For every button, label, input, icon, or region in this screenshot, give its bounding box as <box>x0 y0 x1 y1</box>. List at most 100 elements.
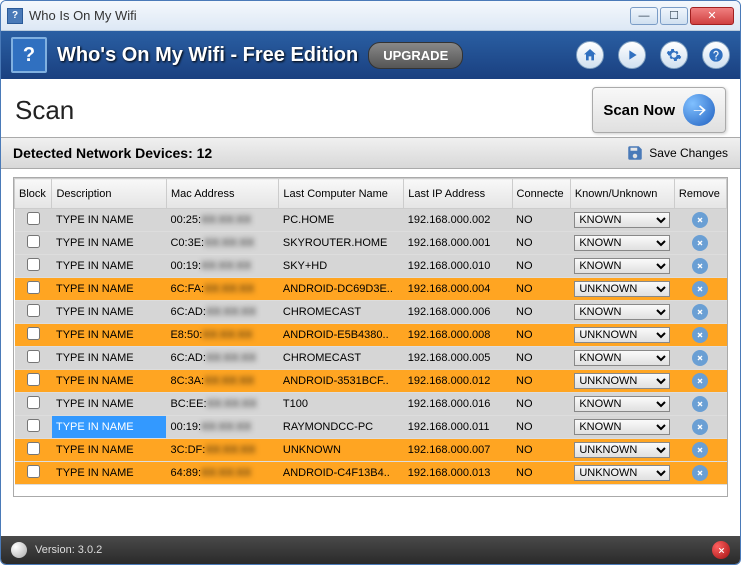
col-mac[interactable]: Mac Address <box>166 179 278 209</box>
scan-now-label: Scan Now <box>603 102 675 119</box>
computer-name-cell: RAYMONDCC-PC <box>279 416 404 439</box>
remove-button[interactable] <box>692 304 708 320</box>
home-button[interactable] <box>576 41 604 69</box>
block-checkbox[interactable] <box>27 396 40 409</box>
settings-button[interactable] <box>660 41 688 69</box>
table-row[interactable]: TYPE IN NAME00:19:XX:XX:XXRAYMONDCC-PC19… <box>15 416 727 439</box>
connected-cell: NO <box>512 232 570 255</box>
table-row[interactable]: TYPE IN NAME6C:AD:XX:XX:XXCHROMECAST192.… <box>15 301 727 324</box>
description-cell[interactable]: TYPE IN NAME <box>52 393 167 416</box>
computer-name-cell: SKY+HD <box>279 255 404 278</box>
block-checkbox[interactable] <box>27 281 40 294</box>
remove-button[interactable] <box>692 235 708 251</box>
known-select[interactable]: KNOWNUNKNOWN <box>574 258 670 274</box>
remove-button[interactable] <box>692 373 708 389</box>
col-remove[interactable]: Remove <box>674 179 726 209</box>
computer-name-cell: CHROMECAST <box>279 347 404 370</box>
description-cell[interactable]: TYPE IN NAME <box>52 301 167 324</box>
block-checkbox[interactable] <box>27 442 40 455</box>
remove-button[interactable] <box>692 350 708 366</box>
block-checkbox[interactable] <box>27 327 40 340</box>
scan-bar: Scan Scan Now <box>1 79 740 137</box>
col-block[interactable]: Block <box>15 179 52 209</box>
remove-button[interactable] <box>692 212 708 228</box>
known-select[interactable]: KNOWNUNKNOWN <box>574 327 670 343</box>
remove-button[interactable] <box>692 465 708 481</box>
titlebar[interactable]: ? Who Is On My Wifi — ☐ ✕ <box>1 1 740 31</box>
save-changes-button[interactable]: Save Changes <box>626 144 728 162</box>
mac-cell: 00:19:XX:XX:XX <box>166 255 278 278</box>
ip-cell: 192.168.000.006 <box>404 301 512 324</box>
remove-button[interactable] <box>692 258 708 274</box>
known-select[interactable]: KNOWNUNKNOWN <box>574 235 670 251</box>
table-row[interactable]: TYPE IN NAMEE8:50:XX:XX:XXANDROID-E5B438… <box>15 324 727 347</box>
known-select[interactable]: KNOWNUNKNOWN <box>574 304 670 320</box>
table-row[interactable]: TYPE IN NAME6C:AD:XX:XX:XXCHROMECAST192.… <box>15 347 727 370</box>
description-cell[interactable]: TYPE IN NAME <box>52 232 167 255</box>
connected-cell: NO <box>512 462 570 485</box>
description-cell[interactable]: TYPE IN NAME <box>52 416 167 439</box>
block-checkbox[interactable] <box>27 258 40 271</box>
computer-name-cell: PC.HOME <box>279 209 404 232</box>
block-checkbox[interactable] <box>27 373 40 386</box>
ip-cell: 192.168.000.016 <box>404 393 512 416</box>
col-description[interactable]: Description <box>52 179 167 209</box>
maximize-button[interactable]: ☐ <box>660 7 688 25</box>
description-cell[interactable]: TYPE IN NAME <box>52 347 167 370</box>
arrow-right-icon <box>683 94 715 126</box>
table-row[interactable]: TYPE IN NAME8C:3A:XX:XX:XXANDROID-3531BC… <box>15 370 727 393</box>
remove-button[interactable] <box>692 327 708 343</box>
description-cell[interactable]: TYPE IN NAME <box>52 278 167 301</box>
remove-button[interactable] <box>692 419 708 435</box>
known-select[interactable]: KNOWNUNKNOWN <box>574 350 670 366</box>
remove-button[interactable] <box>692 396 708 412</box>
table-row[interactable]: TYPE IN NAME00:19:XX:XX:XXSKY+HD192.168.… <box>15 255 727 278</box>
app-header: ? Who's On My Wifi - Free Edition UPGRAD… <box>1 31 740 79</box>
close-button[interactable]: ✕ <box>690 7 734 25</box>
minimize-button[interactable]: — <box>630 7 658 25</box>
description-cell[interactable]: TYPE IN NAME <box>52 462 167 485</box>
connected-cell: NO <box>512 393 570 416</box>
ip-cell: 192.168.000.007 <box>404 439 512 462</box>
block-checkbox[interactable] <box>27 465 40 478</box>
footer-close-button[interactable] <box>712 541 730 559</box>
block-checkbox[interactable] <box>27 212 40 225</box>
col-connected[interactable]: Connecte <box>512 179 570 209</box>
remove-button[interactable] <box>692 281 708 297</box>
description-cell[interactable]: TYPE IN NAME <box>52 439 167 462</box>
computer-name-cell: ANDROID-DC69D3E.. <box>279 278 404 301</box>
table-row[interactable]: TYPE IN NAME64:89:XX:XX:XXANDROID-C4F13B… <box>15 462 727 485</box>
ip-cell: 192.168.000.005 <box>404 347 512 370</box>
block-checkbox[interactable] <box>27 419 40 432</box>
block-checkbox[interactable] <box>27 304 40 317</box>
col-ip[interactable]: Last IP Address <box>404 179 512 209</box>
description-cell[interactable]: TYPE IN NAME <box>52 209 167 232</box>
block-checkbox[interactable] <box>27 350 40 363</box>
known-select[interactable]: KNOWNUNKNOWN <box>574 212 670 228</box>
table-row[interactable]: TYPE IN NAMEC0:3E:XX:XX:XXSKYROUTER.HOME… <box>15 232 727 255</box>
description-cell[interactable]: TYPE IN NAME <box>52 370 167 393</box>
help-button[interactable] <box>702 41 730 69</box>
known-select[interactable]: KNOWNUNKNOWN <box>574 465 670 481</box>
col-name[interactable]: Last Computer Name <box>279 179 404 209</box>
block-checkbox[interactable] <box>27 235 40 248</box>
mac-cell: 64:89:XX:XX:XX <box>166 462 278 485</box>
description-cell[interactable]: TYPE IN NAME <box>52 255 167 278</box>
table-row[interactable]: TYPE IN NAME00:25:XX:XX:XXPC.HOME192.168… <box>15 209 727 232</box>
table-row[interactable]: TYPE IN NAME6C:FA:XX:XX:XXANDROID-DC69D3… <box>15 278 727 301</box>
col-known[interactable]: Known/Unknown <box>570 179 674 209</box>
known-select[interactable]: KNOWNUNKNOWN <box>574 442 670 458</box>
table-row[interactable]: TYPE IN NAME3C:DF:XX:XX:XXUNKNOWN192.168… <box>15 439 727 462</box>
scan-now-button[interactable]: Scan Now <box>592 87 726 133</box>
upgrade-button[interactable]: UPGRADE <box>368 42 463 69</box>
play-button[interactable] <box>618 41 646 69</box>
known-select[interactable]: KNOWNUNKNOWN <box>574 419 670 435</box>
mac-cell: 6C:AD:XX:XX:XX <box>166 301 278 324</box>
table-scroll[interactable]: Block Description Mac Address Last Compu… <box>13 177 728 497</box>
description-cell[interactable]: TYPE IN NAME <box>52 324 167 347</box>
remove-button[interactable] <box>692 442 708 458</box>
table-row[interactable]: TYPE IN NAMEBC:EE:XX:XX:XXT100192.168.00… <box>15 393 727 416</box>
known-select[interactable]: KNOWNUNKNOWN <box>574 396 670 412</box>
known-select[interactable]: KNOWNUNKNOWN <box>574 281 670 297</box>
known-select[interactable]: KNOWNUNKNOWN <box>574 373 670 389</box>
